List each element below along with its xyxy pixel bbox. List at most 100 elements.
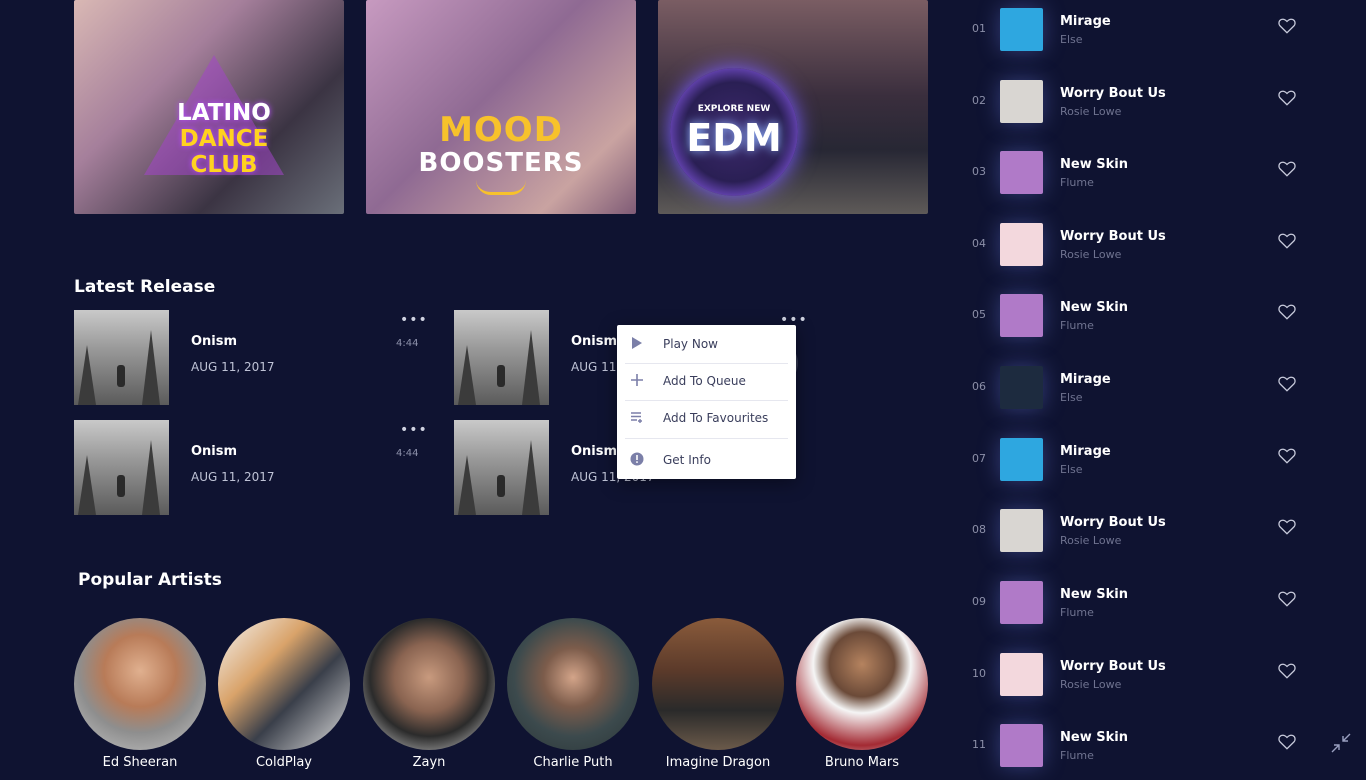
artist-card[interactable]: Charlie Puth — [507, 618, 639, 770]
playlist-card-latino-dance-club[interactable]: LATINO DANCE CLUB — [74, 0, 344, 214]
track-title: Mirage — [1060, 372, 1111, 387]
info-icon — [629, 452, 645, 468]
track-row[interactable]: 02 Worry Bout Us Rosie Lowe — [960, 76, 1360, 136]
track-artist: Else — [1060, 33, 1083, 46]
track-title: Worry Bout Us — [1060, 515, 1166, 530]
playlist-title-line: EXPLORE NEW — [697, 104, 771, 114]
artist-card[interactable]: Zayn — [363, 618, 495, 770]
heart-icon[interactable] — [1278, 89, 1296, 107]
track-artist: Flume — [1060, 749, 1094, 762]
latest-release-heading: Latest Release — [74, 277, 216, 297]
heart-icon[interactable] — [1278, 17, 1296, 35]
track-artwork — [1000, 223, 1043, 266]
track-artwork — [1000, 724, 1043, 767]
track-row[interactable]: 04 Worry Bout Us Rosie Lowe — [960, 219, 1360, 279]
release-cover — [74, 420, 169, 515]
playlist-title-line: EDM — [686, 116, 782, 160]
track-title: New Skin — [1060, 157, 1128, 172]
release-cover — [74, 310, 169, 405]
person-shape — [497, 475, 505, 497]
playlist-title-line: LATINO — [177, 100, 271, 126]
track-number: 09 — [972, 595, 986, 608]
menu-item-play-now[interactable]: Play Now — [617, 327, 796, 363]
track-artwork — [1000, 653, 1043, 696]
heart-icon[interactable] — [1278, 447, 1296, 465]
more-options-icon[interactable]: ••• — [400, 422, 428, 438]
playlist-card-explore-edm[interactable]: EXPLORE NEW EDM — [658, 0, 928, 214]
collapse-fullscreen-icon[interactable] — [1330, 732, 1352, 754]
release-title: Onism — [191, 334, 238, 349]
release-date: AUG 11, 2017 — [191, 360, 275, 374]
play-icon — [629, 336, 645, 352]
track-artist: Rosie Lowe — [1060, 534, 1122, 547]
playlist-title-line: DANCE — [179, 126, 269, 152]
release-item[interactable]: Onism AUG 11, 2017 ••• 4:44 — [74, 420, 444, 516]
context-menu: Play Now Add To Queue Add To Favourites … — [617, 325, 796, 479]
track-artwork — [1000, 438, 1043, 481]
tree-shape — [458, 345, 476, 405]
playlist-title-line: BOOSTERS — [418, 148, 584, 178]
track-artist: Rosie Lowe — [1060, 678, 1122, 691]
tree-shape — [522, 440, 540, 515]
person-shape — [117, 365, 125, 387]
heart-icon[interactable] — [1278, 590, 1296, 608]
artist-card[interactable]: Bruno Mars — [796, 618, 928, 770]
track-title: Worry Bout Us — [1060, 86, 1166, 101]
track-row[interactable]: 10 Worry Bout Us Rosie Lowe — [960, 649, 1360, 709]
heart-icon[interactable] — [1278, 518, 1296, 536]
track-artwork — [1000, 151, 1043, 194]
release-title: Onism — [571, 444, 618, 459]
heart-icon[interactable] — [1278, 160, 1296, 178]
artist-card[interactable]: Ed Sheeran — [74, 618, 206, 770]
track-number: 10 — [972, 667, 986, 680]
artist-avatar — [507, 618, 639, 750]
track-row[interactable]: 01 Mirage Else — [960, 4, 1360, 64]
release-cover — [454, 420, 549, 515]
track-row[interactable]: 03 New Skin Flume — [960, 147, 1360, 207]
heart-icon[interactable] — [1278, 733, 1296, 751]
heart-icon[interactable] — [1278, 375, 1296, 393]
playlist-card-mood-boosters[interactable]: MOOD BOOSTERS — [366, 0, 636, 214]
artist-card[interactable]: ColdPlay — [218, 618, 350, 770]
person-shape — [497, 365, 505, 387]
track-row[interactable]: 06 Mirage Else — [960, 362, 1360, 422]
menu-item-label: Add To Favourites — [663, 411, 769, 425]
track-row[interactable]: 08 Worry Bout Us Rosie Lowe — [960, 505, 1360, 565]
track-row[interactable]: 09 New Skin Flume — [960, 577, 1360, 637]
track-artist: Else — [1060, 391, 1083, 404]
tree-shape — [522, 330, 540, 405]
track-row[interactable]: 07 Mirage Else — [960, 434, 1360, 494]
release-cover — [454, 310, 549, 405]
tree-shape — [142, 440, 160, 515]
track-artist: Flume — [1060, 176, 1094, 189]
track-number: 05 — [972, 308, 986, 321]
heart-icon[interactable] — [1278, 232, 1296, 250]
playlist-add-icon — [629, 410, 645, 426]
track-title: New Skin — [1060, 587, 1128, 602]
artist-card[interactable]: Imagine Dragon — [652, 618, 784, 770]
track-title: Worry Bout Us — [1060, 659, 1166, 674]
track-row[interactable]: 11 New Skin Flume — [960, 720, 1360, 780]
menu-item-label: Get Info — [663, 453, 711, 467]
menu-item-add-to-queue[interactable]: Add To Queue — [617, 364, 796, 400]
track-artist: Rosie Lowe — [1060, 105, 1122, 118]
release-item[interactable]: Onism AUG 11, 2017 ••• 4:44 — [74, 310, 444, 406]
artist-avatar — [218, 618, 350, 750]
playlist-card-title: LATINO DANCE CLUB — [169, 100, 279, 178]
menu-item-add-to-favourites[interactable]: Add To Favourites — [617, 401, 796, 437]
track-row[interactable]: 05 New Skin Flume — [960, 290, 1360, 350]
more-options-icon[interactable]: ••• — [400, 312, 428, 328]
heart-icon[interactable] — [1278, 303, 1296, 321]
person-shape — [117, 475, 125, 497]
popular-artists-heading: Popular Artists — [78, 570, 222, 590]
release-date: AUG 11, 2017 — [191, 470, 275, 484]
menu-item-label: Add To Queue — [663, 374, 746, 388]
release-title: Onism — [571, 334, 618, 349]
menu-item-get-info[interactable]: Get Info — [617, 443, 796, 479]
menu-divider — [625, 438, 788, 439]
track-artwork — [1000, 509, 1043, 552]
track-artist: Flume — [1060, 606, 1094, 619]
heart-icon[interactable] — [1278, 662, 1296, 680]
track-number: 06 — [972, 380, 986, 393]
track-title: Mirage — [1060, 14, 1111, 29]
